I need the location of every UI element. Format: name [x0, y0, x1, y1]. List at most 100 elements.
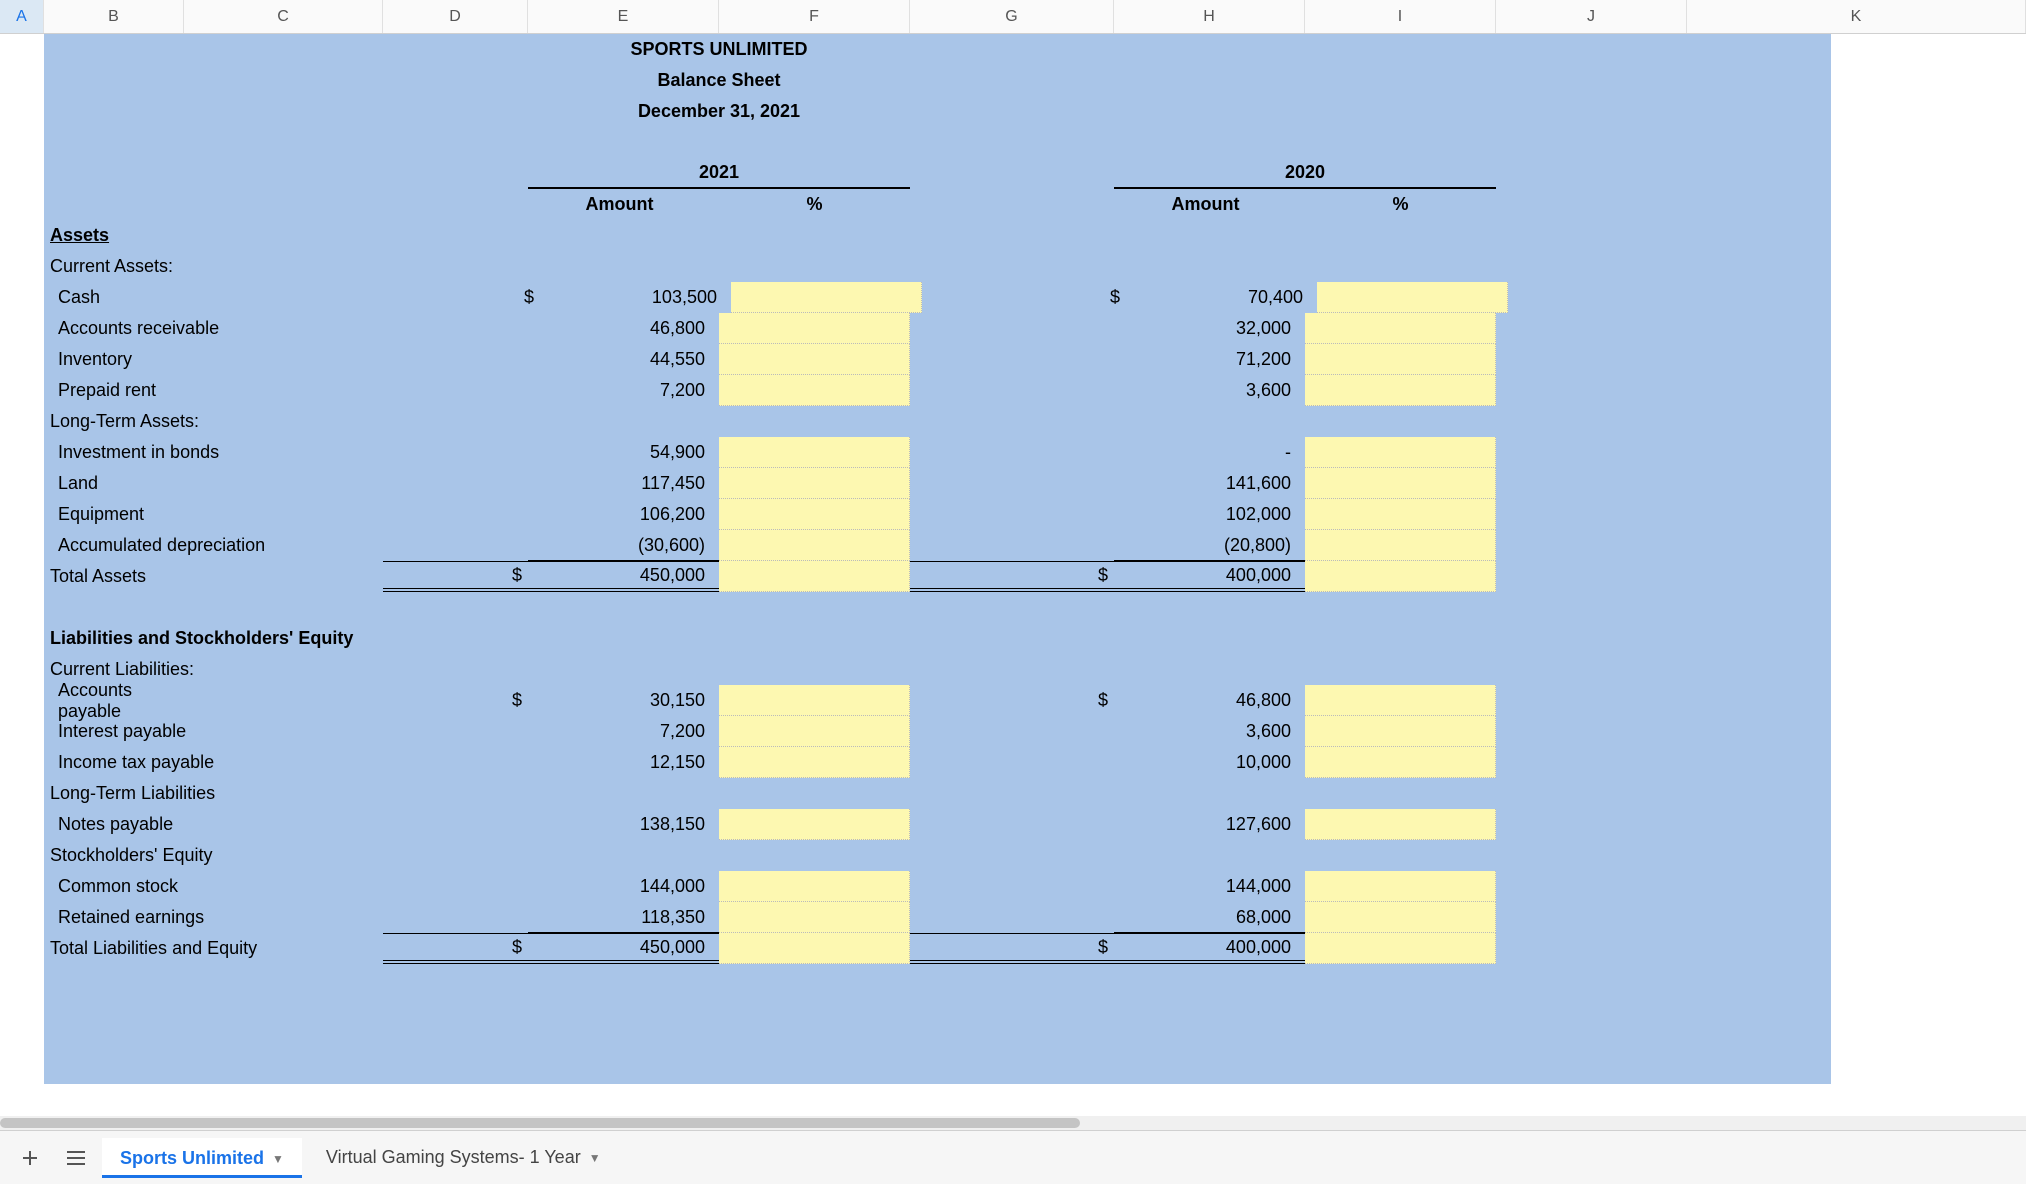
column-header-H[interactable]: H	[1114, 0, 1305, 33]
pct-2021-ar[interactable]	[719, 313, 910, 344]
label-bonds: Investment in bonds	[44, 437, 528, 468]
pct-2021-cs[interactable]	[719, 871, 910, 902]
value-2021-itp[interactable]: 12,150	[528, 747, 719, 778]
statement-title: Balance Sheet	[528, 65, 910, 96]
value-2020-intp[interactable]: 3,600	[1114, 716, 1305, 747]
value-2020-total-le[interactable]: 400,000	[1114, 933, 1305, 964]
value-2021-cash[interactable]: 103,500	[540, 282, 731, 313]
pct-2020-prep[interactable]	[1305, 375, 1496, 406]
value-2021-total-le[interactable]: 450,000	[528, 933, 719, 964]
all-sheets-button[interactable]	[56, 1138, 96, 1178]
section-se: Stockholders' Equity	[44, 840, 528, 871]
value-2021-ap[interactable]: 30,150	[528, 685, 719, 716]
pct-2020-dep[interactable]	[1305, 530, 1496, 561]
pct-2020-re[interactable]	[1305, 902, 1496, 933]
chevron-down-icon[interactable]: ▼	[272, 1152, 284, 1166]
horizontal-scrollbar[interactable]	[0, 1116, 2026, 1130]
value-2020-dep[interactable]: (20,800)	[1114, 530, 1305, 561]
pct-2020-total-assets[interactable]	[1305, 561, 1496, 592]
column-header-B[interactable]: B	[44, 0, 184, 33]
grid[interactable]: SPORTS UNLIMITED Balance Sheet December …	[44, 34, 2026, 964]
pct-2020-itp[interactable]	[1305, 747, 1496, 778]
value-2021-re[interactable]: 118,350	[528, 902, 719, 933]
value-2021-ar[interactable]: 46,800	[528, 313, 719, 344]
label-equip: Equipment	[44, 499, 528, 530]
value-2020-land[interactable]: 141,600	[1114, 468, 1305, 499]
pct-2021-bonds[interactable]	[719, 437, 910, 468]
pct-2020-inv[interactable]	[1305, 344, 1496, 375]
sheet-scroll-area[interactable]: SPORTS UNLIMITED Balance Sheet December …	[0, 34, 2026, 1130]
pct-2021-intp[interactable]	[719, 716, 910, 747]
value-2021-land[interactable]: 117,450	[528, 468, 719, 499]
column-header-F[interactable]: F	[719, 0, 910, 33]
label-ar: Accounts receivable	[44, 313, 528, 344]
pct-2021-itp[interactable]	[719, 747, 910, 778]
pct-2021-dep[interactable]	[719, 530, 910, 561]
value-2020-total-assets[interactable]: 400,000	[1114, 561, 1305, 592]
value-2020-prep[interactable]: 3,600	[1114, 375, 1305, 406]
pct-2020-intp[interactable]	[1305, 716, 1496, 747]
currency-2020-total-le: $	[910, 933, 1114, 964]
value-2021-dep[interactable]: (30,600)	[528, 530, 719, 561]
pct-2021-inv[interactable]	[719, 344, 910, 375]
value-2020-cash[interactable]: 70,400	[1126, 282, 1317, 313]
value-2021-bonds[interactable]: 54,900	[528, 437, 719, 468]
column-header-I[interactable]: I	[1305, 0, 1496, 33]
value-2020-inv[interactable]: 71,200	[1114, 344, 1305, 375]
pct-2020-np[interactable]	[1305, 809, 1496, 840]
pct-2020-equip[interactable]	[1305, 499, 1496, 530]
label-prep: Prepaid rent	[44, 375, 528, 406]
value-2020-ar[interactable]: 32,000	[1114, 313, 1305, 344]
value-2021-inv[interactable]: 44,550	[528, 344, 719, 375]
value-2020-cs[interactable]: 144,000	[1114, 871, 1305, 902]
add-sheet-button[interactable]	[10, 1138, 50, 1178]
column-header-D[interactable]: D	[383, 0, 528, 33]
sheet-tab-label: Sports Unlimited	[120, 1148, 264, 1169]
pct-2021-prep[interactable]	[719, 375, 910, 406]
pct-2021-total-assets[interactable]	[719, 561, 910, 592]
value-2021-total-assets[interactable]: 450,000	[528, 561, 719, 592]
pct-2020-cs[interactable]	[1305, 871, 1496, 902]
value-2021-cs[interactable]: 144,000	[528, 871, 719, 902]
pct-2021-land[interactable]	[719, 468, 910, 499]
pct-2021-ap[interactable]	[719, 685, 910, 716]
column-header-A[interactable]: A	[0, 0, 44, 33]
value-2020-equip[interactable]: 102,000	[1114, 499, 1305, 530]
pct-2021-re[interactable]	[719, 902, 910, 933]
value-2021-intp[interactable]: 7,200	[528, 716, 719, 747]
pct-2020-total-le[interactable]	[1305, 933, 1496, 964]
sheet-tab-active[interactable]: Sports Unlimited ▼	[102, 1138, 302, 1178]
column-header-J[interactable]: J	[1496, 0, 1687, 33]
pct-2021-cash[interactable]	[731, 282, 922, 313]
value-2021-prep[interactable]: 7,200	[528, 375, 719, 406]
value-2020-itp[interactable]: 10,000	[1114, 747, 1305, 778]
column-header-C[interactable]: C	[184, 0, 383, 33]
value-2021-equip[interactable]: 106,200	[528, 499, 719, 530]
column-header-G[interactable]: G	[910, 0, 1114, 33]
pct-2020-bonds[interactable]	[1305, 437, 1496, 468]
sheet-tab-1[interactable]: Virtual Gaming Systems- 1 Year ▼	[308, 1138, 619, 1178]
pct-2021-np[interactable]	[719, 809, 910, 840]
sheet-tabs-bar: Sports Unlimited ▼ Virtual Gaming System…	[0, 1130, 2026, 1184]
value-2021-np[interactable]: 138,150	[528, 809, 719, 840]
pct-2020-land[interactable]	[1305, 468, 1496, 499]
amount-header-2021: Amount	[528, 189, 719, 220]
column-header-K[interactable]: K	[1687, 0, 2026, 33]
value-2020-bonds[interactable]: -	[1114, 437, 1305, 468]
column-header-E[interactable]: E	[528, 0, 719, 33]
pct-2020-cash[interactable]	[1317, 282, 1508, 313]
pct-2020-ar[interactable]	[1305, 313, 1496, 344]
value-2020-ap[interactable]: 46,800	[1114, 685, 1305, 716]
pct-2021-equip[interactable]	[719, 499, 910, 530]
horizontal-scrollbar-thumb[interactable]	[0, 1118, 1080, 1128]
percent-header-2021: %	[719, 189, 910, 220]
pct-2020-ap[interactable]	[1305, 685, 1496, 716]
plus-icon	[20, 1148, 40, 1168]
chevron-down-icon[interactable]: ▼	[589, 1151, 601, 1165]
company-title: SPORTS UNLIMITED	[528, 34, 910, 65]
statement-date: December 31, 2021	[528, 96, 910, 127]
value-2020-np[interactable]: 127,600	[1114, 809, 1305, 840]
value-2020-re[interactable]: 68,000	[1114, 902, 1305, 933]
label-intp: Interest payable	[44, 716, 528, 747]
pct-2021-total-le[interactable]	[719, 933, 910, 964]
